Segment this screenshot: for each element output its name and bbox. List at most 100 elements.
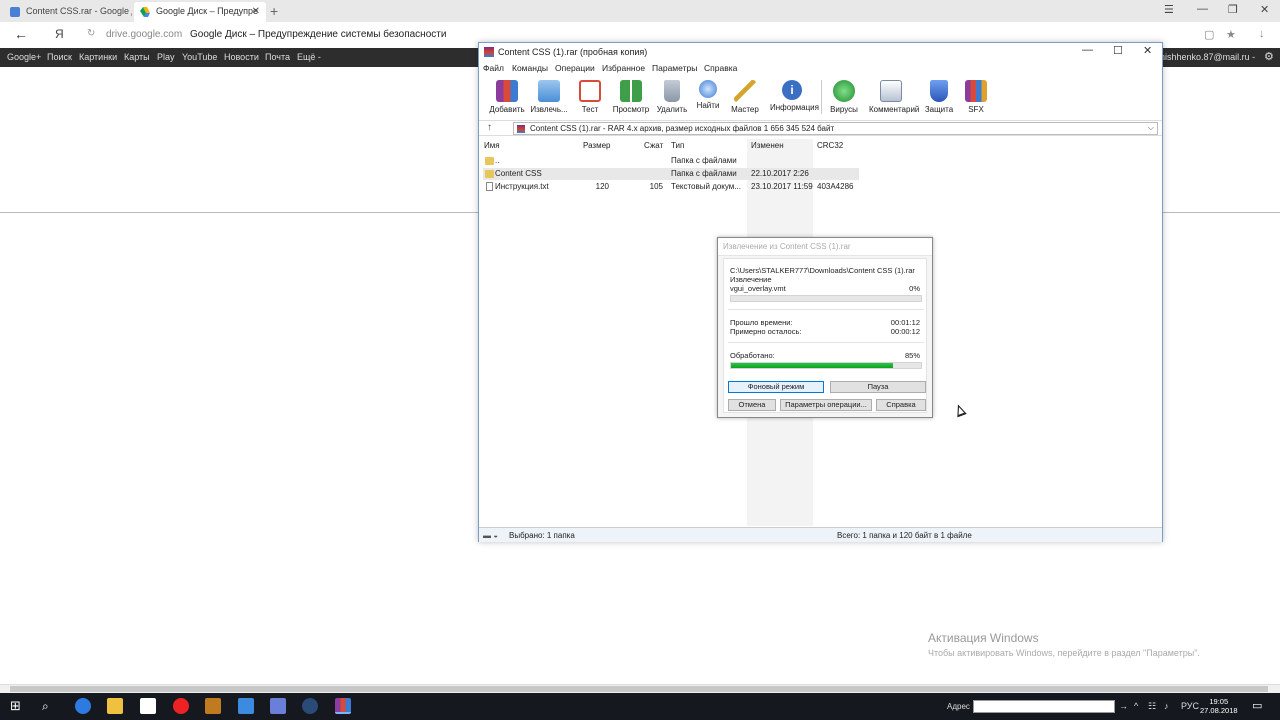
system-clock[interactable]: 19:05 27.08.2018 <box>1200 697 1238 715</box>
stalker-game-icon[interactable] <box>205 698 221 714</box>
find-magnifier-icon <box>699 80 717 98</box>
address-toolbar-input[interactable] <box>973 700 1115 713</box>
chevron-down-icon[interactable]: ⌵ <box>1148 123 1154 133</box>
menu-favorites[interactable]: Избранное <box>602 63 645 73</box>
google-bar-item[interactable]: Почта <box>265 52 290 62</box>
extract-folder-icon <box>538 80 560 102</box>
google-bar-item[interactable]: Карты <box>124 52 150 62</box>
wizard-wand-icon <box>734 80 756 102</box>
yandex-logo[interactable]: Я <box>55 27 64 41</box>
comment-button[interactable]: Комментарий <box>869 80 919 114</box>
extract-progress-dialog: Извлечение из Content CSS (1).rar C:\Use… <box>717 237 933 418</box>
activation-title: Активация Windows <box>928 631 1039 645</box>
google-bar-item[interactable]: Поиск <box>47 52 72 62</box>
bookmark-page-icon[interactable]: ▢ <box>1204 28 1214 41</box>
google-bar-item[interactable]: Play <box>157 52 175 62</box>
google-bar-item[interactable]: YouTube <box>182 52 217 62</box>
processed-label: Обработано: <box>730 351 775 360</box>
help-button[interactable]: Справка <box>876 399 926 411</box>
go-arrow-icon[interactable]: → <box>1119 701 1128 711</box>
menu-help[interactable]: Справка <box>704 63 737 73</box>
minimize-icon[interactable]: — <box>1082 44 1093 56</box>
winrar-taskbar-icon[interactable] <box>335 698 351 714</box>
download-icon[interactable]: ↓ <box>1259 28 1265 40</box>
reload-icon[interactable]: ↻ <box>87 28 95 39</box>
table-row[interactable]: Content CSS Папка с файлами 22.10.2017 2… <box>483 168 859 180</box>
notifications-icon[interactable]: ▭ <box>1252 699 1262 712</box>
menu-options[interactable]: Параметры <box>652 63 697 73</box>
url-domain[interactable]: drive.google.com <box>106 29 182 40</box>
winrar-title-bar[interactable]: Content CSS (1).rar (пробная копия) — ☐ … <box>479 43 1162 61</box>
search-icon[interactable]: ⌕ <box>42 699 49 714</box>
comment-icon <box>880 80 902 102</box>
menu-file[interactable]: Файл <box>483 63 504 73</box>
column-header-name[interactable]: Имя <box>484 141 500 150</box>
column-header-size[interactable]: Размер <box>583 141 611 150</box>
google-bar-item[interactable]: Google+ <box>7 52 41 62</box>
view-button[interactable]: Просмотр <box>609 80 653 114</box>
restore-icon[interactable]: ❐ <box>1228 3 1238 16</box>
dialog-title-bar[interactable]: Извлечение из Content CSS (1).rar <box>718 238 932 256</box>
language-indicator[interactable]: РУС <box>1181 701 1199 711</box>
column-header-type[interactable]: Тип <box>671 141 684 150</box>
path-bar: ↑ Content CSS (1).rar - RAR 4.x архив, р… <box>479 120 1162 136</box>
google-bar-item[interactable]: Картинки <box>79 52 117 62</box>
extract-button[interactable]: Извлечь... <box>527 80 571 114</box>
sfx-button[interactable]: SFX <box>954 80 998 114</box>
discord-icon[interactable] <box>270 698 286 714</box>
pause-button[interactable]: Пауза <box>830 381 926 393</box>
menu-icon[interactable]: ☰ <box>1164 3 1174 16</box>
column-header-packed[interactable]: Сжат <box>644 141 663 150</box>
new-tab-button[interactable]: + <box>270 3 278 19</box>
divider <box>728 342 924 343</box>
yandex-browser-icon[interactable] <box>173 698 189 714</box>
star-icon[interactable]: ★ <box>1226 28 1236 41</box>
virus-scan-button[interactable]: Вирусы <box>822 80 866 114</box>
close-tab-icon[interactable]: ✕ <box>252 6 260 17</box>
table-row[interactable]: Инструкция.txt 120 105 Текстовый докум..… <box>483 181 859 193</box>
minimize-icon[interactable]: — <box>1197 3 1208 15</box>
add-books-icon <box>496 80 518 102</box>
info-button[interactable]: i Информация <box>770 80 819 112</box>
window-app-icon[interactable] <box>238 698 254 714</box>
processed-percent: 85% <box>904 351 920 360</box>
tab-google-drive-warning[interactable]: Google Диск – Предупре ✕ <box>134 2 266 22</box>
gear-icon[interactable]: ⚙ <box>1264 50 1274 63</box>
archive-path: C:\Users\STALKER777\Downloads\Content CS… <box>730 266 915 275</box>
user-account[interactable]: nishhenko.87@mail.ru - <box>1160 52 1255 62</box>
column-header-crc[interactable]: CRC32 <box>817 141 843 150</box>
back-button[interactable]: ← <box>14 26 28 42</box>
close-icon[interactable]: ✕ <box>1143 44 1152 57</box>
close-icon[interactable]: ✕ <box>1260 3 1269 16</box>
network-icon[interactable]: ☷ <box>1148 701 1156 712</box>
menu-operations[interactable]: Операции <box>555 63 595 73</box>
column-header-modified[interactable]: Изменен <box>751 141 784 150</box>
edge-browser-icon[interactable] <box>75 698 91 714</box>
operation-options-button[interactable]: Параметры операции... <box>780 399 872 411</box>
file-explorer-icon[interactable] <box>107 698 123 714</box>
google-bar-item[interactable]: Ещё - <box>297 52 321 62</box>
clock-date: 27.08.2018 <box>1200 706 1238 715</box>
test-button[interactable]: Тест <box>568 80 612 114</box>
volume-icon[interactable]: ♪ <box>1164 701 1169 711</box>
menu-commands[interactable]: Команды <box>512 63 548 73</box>
scrollbar-thumb[interactable] <box>10 686 1268 692</box>
page-title[interactable]: Google Диск – Предупреждение системы без… <box>190 29 446 40</box>
activation-text: Чтобы активировать Windows, перейдите в … <box>928 648 1200 658</box>
cancel-button[interactable]: Отмена <box>728 399 776 411</box>
store-icon[interactable] <box>140 698 156 714</box>
add-button[interactable]: Добавить <box>485 80 529 114</box>
steam-icon[interactable] <box>302 698 318 714</box>
maximize-icon[interactable]: ☐ <box>1113 44 1123 57</box>
tab-content-css-rar[interactable]: Content CSS.rar - Google Д <box>4 2 132 22</box>
windows-start-icon[interactable]: ⊞ <box>10 699 21 712</box>
horizontal-scrollbar[interactable] <box>0 684 1280 693</box>
up-arrow-icon[interactable]: ↑ <box>487 122 492 133</box>
chevron-up-icon[interactable]: ^ <box>1134 701 1138 711</box>
wizard-button[interactable]: Мастер <box>723 80 767 114</box>
google-bar-item[interactable]: Новости <box>224 52 259 62</box>
background-button[interactable]: Фоновый режим <box>728 381 824 393</box>
path-dropdown[interactable]: Content CSS (1).rar - RAR 4.x архив, раз… <box>513 122 1158 135</box>
table-row[interactable]: .. Папка с файлами <box>483 155 859 167</box>
drive-icon[interactable]: ▬ ◒ <box>483 531 498 540</box>
